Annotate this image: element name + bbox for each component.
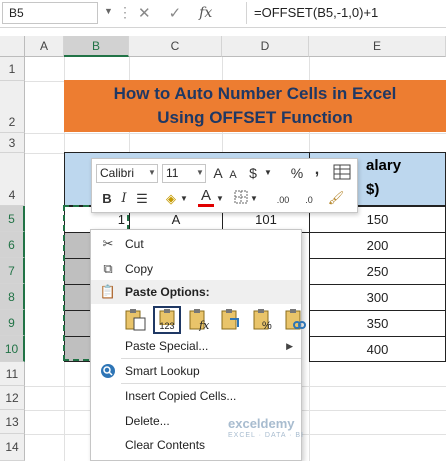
name-box-dropdown-icon[interactable]: ▼ (104, 6, 113, 16)
paste-formulas-icon[interactable]: fx (185, 306, 213, 334)
row-header-9[interactable]: 9 (0, 310, 25, 336)
formula-divider (246, 2, 247, 24)
title-line-2: Using OFFSET Function (157, 108, 353, 127)
salary-header-line1: alary (366, 157, 402, 174)
grow-font-icon[interactable]: A (210, 164, 226, 182)
decrease-decimal-icon[interactable]: .0 (298, 191, 320, 209)
salary-header-line2: $) (366, 181, 380, 198)
paste-options-row: 123 fx % (121, 306, 309, 336)
cancel-icon[interactable]: ✕ (138, 4, 151, 22)
font-color-dropdown-icon[interactable]: ▼ (216, 190, 224, 208)
row-header-3[interactable]: 3 (0, 133, 25, 153)
menu-item-smart-lookup-label: Smart Lookup (125, 364, 200, 378)
menu-item-insert-copied-cells[interactable]: Insert Copied Cells... (91, 384, 301, 408)
paste-options-header: 📋 Paste Options: (91, 280, 301, 304)
italic-icon[interactable]: I (118, 190, 130, 208)
column-header-c[interactable]: C (129, 36, 222, 57)
paste-default-icon[interactable] (121, 306, 149, 334)
column-header-b[interactable]: B (64, 36, 129, 57)
formula-bar-handle-icon[interactable]: ⋮ (118, 3, 132, 21)
table-cell-e10[interactable]: 400 (309, 336, 446, 362)
shrink-font-icon[interactable]: A (226, 166, 240, 184)
copy-icon: ⧉ (103, 261, 113, 276)
svg-text:fx: fx (198, 319, 210, 331)
font-size-dropdown-icon[interactable]: ▼ (196, 168, 204, 177)
enter-icon[interactable]: ✓ (169, 4, 182, 22)
borders-dropdown-icon[interactable]: ▼ (250, 190, 258, 208)
row-header-2[interactable]: 2 (0, 81, 25, 133)
column-header-a[interactable]: A (25, 36, 64, 57)
row-header-14[interactable]: 14 (0, 434, 25, 461)
name-box[interactable]: B5 (2, 2, 98, 24)
row-header-11[interactable]: 11 (0, 362, 25, 386)
currency-icon[interactable]: $ (244, 164, 262, 182)
format-table-icon[interactable] (332, 164, 352, 185)
gridline (25, 133, 446, 134)
column-header-d[interactable]: D (222, 36, 309, 57)
paste-formatting-icon[interactable]: % (249, 306, 277, 334)
bold-icon[interactable]: B (100, 190, 114, 208)
format-painter-icon[interactable]: 🖌 (326, 189, 346, 207)
row-header-4[interactable]: 4 (0, 153, 25, 206)
insert-function-icon[interactable]: fx (199, 5, 212, 21)
menu-item-insert-copied-label: Insert Copied Cells... (125, 389, 237, 403)
percent-icon[interactable]: % (288, 164, 306, 182)
table-cell-e6[interactable]: 200 (309, 232, 446, 259)
paste-values-icon[interactable]: 123 (153, 306, 181, 334)
menu-item-copy[interactable]: ⧉ Copy (91, 257, 301, 281)
column-header-e[interactable]: E (309, 36, 446, 57)
svg-text:%: % (262, 320, 272, 331)
align-center-icon[interactable]: ☰ (134, 190, 150, 208)
fill-color-dropdown-icon[interactable]: ▼ (180, 190, 188, 208)
row-header-1[interactable]: 1 (0, 57, 25, 81)
watermark-logo: exceldemy (228, 416, 295, 431)
smart-lookup-icon (99, 359, 117, 387)
scissors-icon: ✂ (102, 236, 114, 251)
font-name-dropdown-icon[interactable]: ▼ (148, 168, 156, 177)
menu-item-paste-special[interactable]: Paste Special... ▶ (91, 334, 301, 358)
table-cell-e7[interactable]: 250 (309, 258, 446, 285)
title-line-1: How to Auto Number Cells in Excel (113, 84, 397, 103)
increase-decimal-icon[interactable]: .00 (270, 191, 296, 209)
font-color-icon[interactable]: A (198, 188, 214, 207)
currency-dropdown-icon[interactable]: ▼ (264, 164, 272, 182)
select-all-corner[interactable] (0, 36, 25, 57)
menu-item-clear-contents-label: Clear Contents (125, 438, 206, 452)
menu-item-paste-special-label: Paste Special... (125, 339, 209, 353)
menu-item-cut-label: Cut (125, 237, 144, 251)
table-cell-e9[interactable]: 350 (309, 310, 446, 337)
table-cell-e8[interactable]: 300 (309, 284, 446, 311)
row-header-13[interactable]: 13 (0, 410, 25, 434)
row-header-10[interactable]: 10 (0, 336, 25, 362)
watermark-tagline: EXCEL · DATA · BI (228, 432, 304, 439)
menu-item-smart-lookup[interactable]: Smart Lookup (91, 359, 301, 383)
row-header-12[interactable]: 12 (0, 386, 25, 410)
paste-link-icon[interactable] (281, 306, 309, 334)
formula-bar: B5 ▼ ⋮ ✕ ✓ fx =OFFSET(B5,-1,0)+1 (0, 0, 446, 28)
comma-style-icon[interactable]: , (310, 161, 324, 179)
paste-transpose-icon[interactable] (217, 306, 245, 334)
submenu-arrow-icon: ▶ (286, 341, 293, 351)
paste-options-label: Paste Options: (125, 285, 210, 299)
row-header-7[interactable]: 7 (0, 258, 25, 284)
borders-icon[interactable] (232, 190, 250, 209)
fill-color-icon[interactable]: ◈ (162, 190, 180, 208)
row-header-8[interactable]: 8 (0, 284, 25, 310)
sheet-title[interactable]: How to Auto Number Cells in Excel Using … (64, 80, 446, 132)
menu-item-delete-label: Delete... (125, 414, 170, 428)
menu-item-copy-label: Copy (125, 262, 154, 276)
menu-item-cut[interactable]: ✂ Cut (91, 232, 301, 256)
clipboard-icon: 📋 (99, 284, 117, 299)
row-header-6[interactable]: 6 (0, 232, 25, 258)
row-header-5[interactable]: 5 (0, 206, 25, 232)
mini-toolbar: Calibri ▼ 11 ▼ A A $ ▼ % , B I ☰ ◈ ▼ A ▼… (91, 158, 358, 213)
formula-input[interactable]: =OFFSET(B5,-1,0)+1 (254, 4, 378, 22)
paste-values-label: 123 (159, 321, 175, 331)
